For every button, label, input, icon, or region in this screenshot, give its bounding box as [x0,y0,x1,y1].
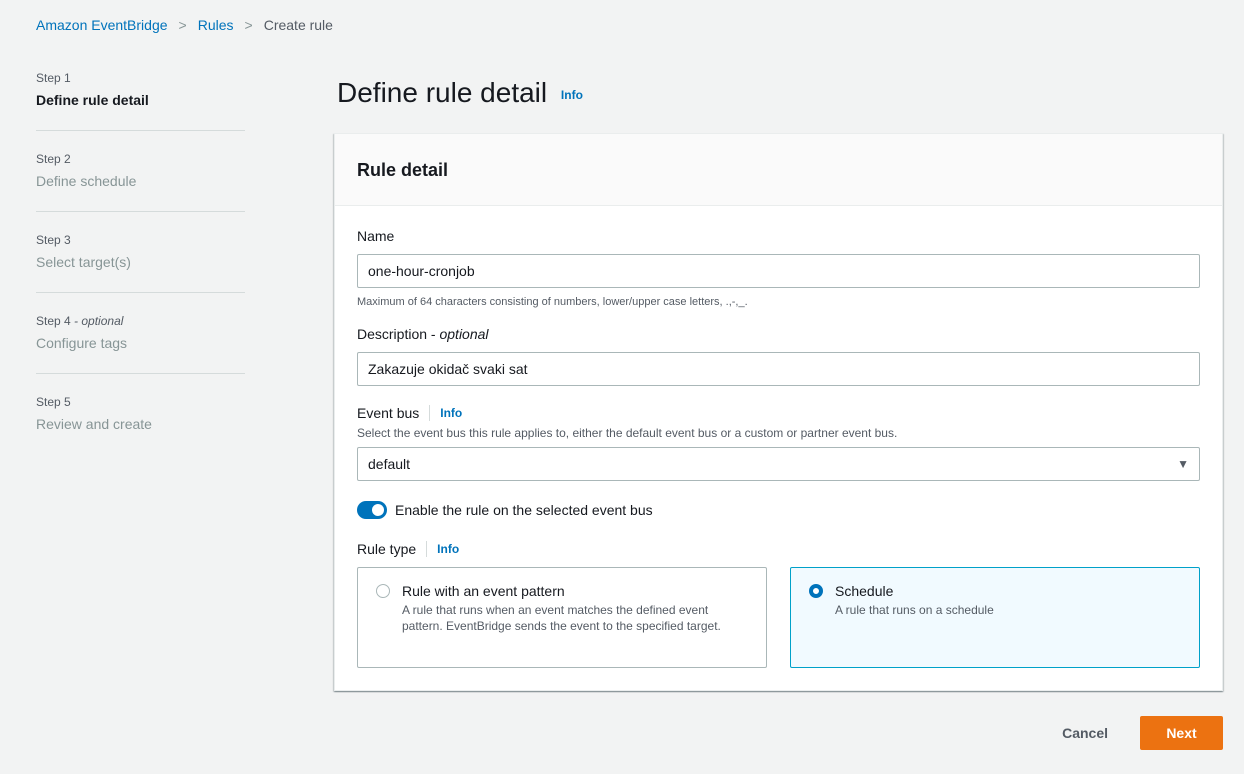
event-bus-label: Event bus Info [357,403,1200,423]
rule-detail-panel: Rule detail Name Maximum of 64 character… [334,133,1223,691]
panel-title: Rule detail [357,160,449,180]
enable-rule-row: Enable the rule on the selected event bu… [357,501,1200,519]
step-number: Step 4 - optional [36,314,124,328]
page-info-link[interactable]: Info [561,88,583,102]
toggle-knob [372,504,384,516]
tile-title: Rule with an event pattern [402,583,565,599]
rule-type-schedule-tile[interactable]: Schedule A rule that runs on a schedule [790,567,1200,668]
event-bus-selected-value: default [368,456,411,472]
enable-rule-label: Enable the rule on the selected event bu… [395,502,653,518]
page-title-text: Define rule detail [337,77,548,108]
footer-actions: Cancel Next [1042,716,1223,750]
page-title: Define rule detail Info [337,73,583,115]
wizard-steps: Step 1 Define rule detail Step 2 Define … [36,70,245,474]
cancel-button[interactable]: Cancel [1042,716,1128,750]
rule-type-label-text: Rule type [357,541,417,557]
name-hint: Maximum of 64 characters consisting of n… [357,296,748,308]
event-bus-description: Select the event bus this rule applies t… [357,426,898,440]
tile-description: A rule that runs on a schedule [835,603,994,617]
step-number: Step 3 [36,233,71,247]
step-2: Step 2 Define schedule [36,151,245,212]
description-label: Description - optional [357,324,1200,344]
name-input[interactable] [357,254,1200,288]
rule-type-event-pattern-tile[interactable]: Rule with an event pattern A rule that r… [357,567,767,668]
tile-title: Schedule [835,583,894,599]
breadcrumb-current: Create rule [263,17,333,33]
rule-type-label: Rule type Info [357,539,1200,559]
chevron-right-icon: > [178,17,187,33]
step-4: Step 4 - optional Configure tags [36,313,245,374]
step-title: Configure tags [36,335,128,351]
step-title: Define rule detail [36,92,149,108]
breadcrumb-rules-link[interactable]: Rules [198,17,234,33]
radio-button-selected[interactable] [809,584,823,598]
name-label: Name [357,228,395,244]
panel-header: Rule detail [335,134,1222,206]
step-number: Step 5 [36,395,71,409]
event-bus-select[interactable]: default ▼ [357,447,1200,481]
event-bus-info-link[interactable]: Info [440,403,462,423]
event-bus-label-text: Event bus [357,405,420,421]
step-number: Step 1 [36,71,71,85]
label-divider [429,405,431,421]
step-1: Step 1 Define rule detail [36,70,245,131]
step-3: Step 3 Select target(s) [36,232,245,293]
step-optional-label: - optional [70,314,124,328]
description-optional: optional [439,326,489,342]
tile-description: A rule that runs when an event matches t… [402,603,721,633]
enable-rule-toggle[interactable] [357,501,387,519]
next-button[interactable]: Next [1140,716,1223,750]
rule-type-info-link[interactable]: Info [437,539,459,559]
step-title: Define schedule [36,173,137,189]
panel-body: Name Maximum of 64 characters consisting… [335,206,1222,688]
chevron-right-icon: > [244,17,253,33]
description-label-text: Description - [357,326,436,342]
rule-type-tiles: Rule with an event pattern A rule that r… [357,567,1200,668]
step-title: Review and create [36,416,152,432]
caret-down-icon: ▼ [1177,457,1189,471]
breadcrumb: Amazon EventBridge > Rules > Create rule [36,17,333,33]
label-divider [426,541,428,557]
breadcrumb-eventbridge-link[interactable]: Amazon EventBridge [36,17,168,33]
step-title: Select target(s) [36,254,131,270]
step-5: Step 5 Review and create [36,394,245,454]
step-number: Step 2 [36,152,71,166]
radio-button[interactable] [376,584,390,598]
description-input[interactable] [357,352,1200,386]
